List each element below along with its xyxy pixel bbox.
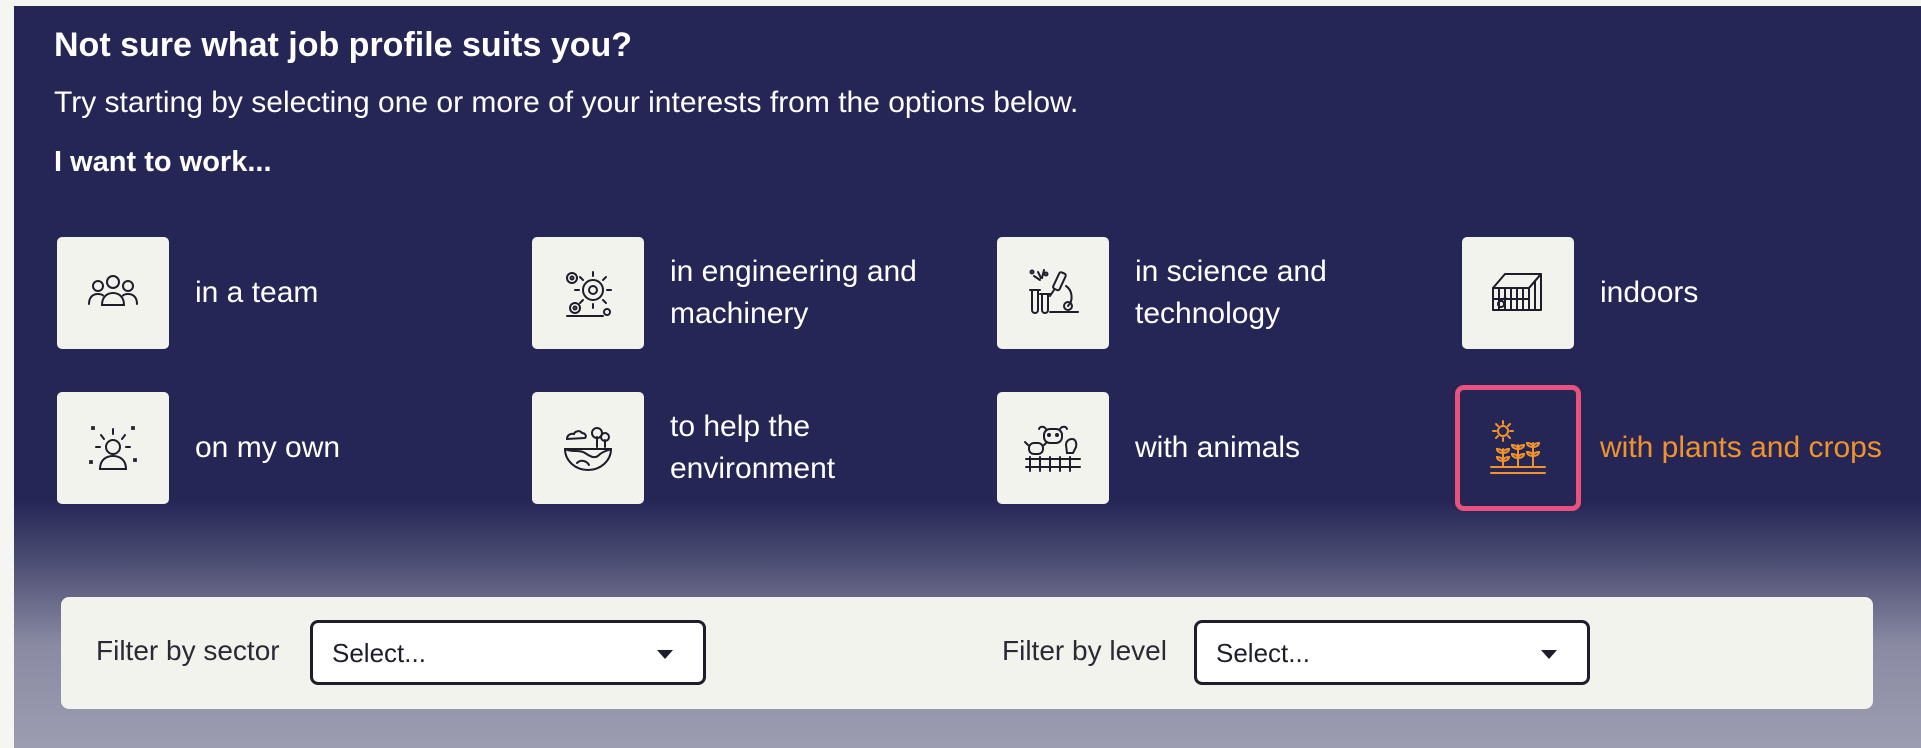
interest-label: indoors [1600, 276, 1699, 309]
interest-label: to help the environment [670, 410, 836, 485]
interest-tile[interactable] [532, 392, 644, 504]
interest-tile[interactable] [532, 237, 644, 349]
filters-bar: Filter by sector Select... Filter by lev… [61, 597, 1873, 709]
interest-label: in a team [195, 276, 319, 309]
interest-tile[interactable] [997, 392, 1109, 504]
interest-option-environment[interactable]: to help the environment [532, 392, 970, 504]
caret-down-icon [657, 650, 673, 659]
animals-icon [1024, 425, 1081, 472]
interest-tile[interactable] [1462, 237, 1574, 349]
interest-option-team[interactable]: in a team [57, 237, 495, 349]
person-icon [89, 426, 137, 470]
level-select[interactable]: Select... [1194, 620, 1590, 685]
filter-sector-label: Filter by sector [96, 635, 280, 666]
page-title: Not sure what job profile suits you? [54, 26, 633, 64]
interest-tile[interactable] [57, 392, 169, 504]
crops-icon [1490, 420, 1546, 474]
interest-option-animals[interactable]: with animals [997, 392, 1435, 504]
caret-down-icon [1541, 650, 1557, 659]
interest-option-engineering[interactable]: in engineering and machinery [532, 237, 970, 349]
sector-select-value: Select... [332, 638, 426, 668]
interest-option-indoors[interactable]: indoors [1462, 237, 1900, 349]
interest-tile-selected[interactable] [1455, 385, 1581, 511]
interest-label: with animals [1135, 431, 1301, 464]
filter-level-label: Filter by level [1002, 635, 1167, 666]
interest-option-own[interactable]: on my own [57, 392, 495, 504]
team-icon [88, 275, 138, 306]
interest-tile[interactable] [997, 237, 1109, 349]
interest-option-science[interactable]: in science and technology [997, 237, 1435, 349]
greenhouse-icon [1492, 273, 1542, 311]
interest-option-plants[interactable]: with plants and crops [1455, 385, 1900, 511]
interest-label: on my own [195, 431, 341, 464]
interest-label: in science and technology [1135, 255, 1327, 330]
gears-icon [566, 271, 612, 317]
microscope-icon [1029, 269, 1079, 314]
sector-select[interactable]: Select... [310, 620, 706, 685]
interest-label: with plants and crops [1600, 431, 1882, 464]
interest-label: in engineering and machinery [670, 255, 917, 330]
intro-text: Try starting by selecting one or more of… [54, 86, 1079, 119]
earth-icon [563, 427, 613, 471]
level-select-value: Select... [1216, 638, 1310, 668]
interest-tile[interactable] [57, 237, 169, 349]
interests-prompt: I want to work... [54, 146, 272, 178]
